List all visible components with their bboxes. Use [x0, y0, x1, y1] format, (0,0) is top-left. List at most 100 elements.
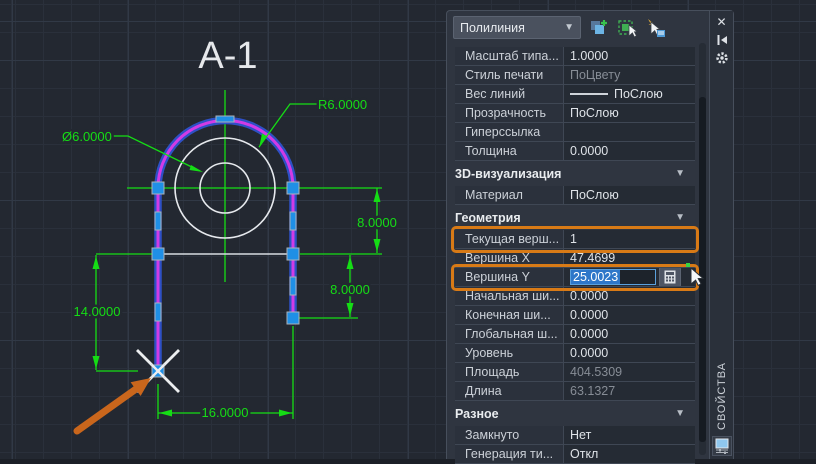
property-value-text: 0.0000: [570, 346, 609, 360]
property-row: Площадь 404.5309: [455, 363, 695, 382]
property-value[interactable]: 0.0000: [564, 325, 695, 343]
select-objects-icon[interactable]: [645, 18, 665, 38]
midpoint-grip[interactable]: [289, 211, 297, 231]
property-row: Толщина 0.0000: [455, 142, 695, 161]
property-value[interactable]: ПоСлою: [564, 186, 695, 204]
dimension-arrows: [92, 133, 381, 417]
property-value-text: 47.4699: [570, 251, 616, 265]
palette-scrollbar[interactable]: [699, 43, 706, 455]
property-value[interactable]: 63.1327: [564, 382, 695, 400]
dimension-lines[interactable]: [95, 103, 382, 419]
vertex-y-input[interactable]: 25.0023: [570, 269, 656, 285]
property-value-text: Нет: [570, 428, 592, 442]
midpoint-grip[interactable]: [215, 115, 235, 123]
property-value[interactable]: Откл: [564, 445, 695, 463]
property-value[interactable]: 0.0000: [564, 142, 695, 160]
midpoint-grip[interactable]: [289, 276, 297, 296]
grip[interactable]: [286, 311, 300, 325]
property-value-text: 0.0000: [570, 327, 609, 341]
property-value[interactable]: 1: [564, 230, 695, 248]
property-label: Площадь: [455, 363, 564, 381]
property-row: Вершина Y 25.0023: [451, 264, 699, 291]
section-header-label: 3D-визуализация: [455, 167, 562, 181]
property-row: Генерация ти... Откл: [455, 445, 695, 464]
grip[interactable]: [151, 181, 165, 195]
property-label: Начальная ши...: [455, 287, 564, 305]
property-value[interactable]: 47.4699: [564, 249, 695, 267]
section-header[interactable]: Геометрия ▼: [451, 209, 695, 227]
section-header-label: Геометрия: [455, 211, 521, 225]
palette-title: СВОЙСТВА: [715, 362, 728, 430]
property-label: Генерация ти...: [455, 445, 564, 463]
property-row: Текущая верш... 1: [451, 226, 699, 253]
property-label: Конечная ши...: [455, 306, 564, 324]
object-type-label: Полилиния: [460, 20, 525, 35]
property-label: Гиперссылка: [455, 123, 564, 141]
chevron-up-icon[interactable]: ▼: [675, 165, 685, 183]
property-value[interactable]: 25.0023: [564, 268, 695, 286]
property-value[interactable]: Нет: [564, 426, 695, 444]
dim-right-upper[interactable]: 8.0000: [355, 213, 400, 233]
quick-select-icon[interactable]: [617, 18, 639, 38]
chevron-up-icon[interactable]: ▼: [675, 405, 685, 423]
dim-left[interactable]: 14.0000: [71, 302, 123, 322]
property-value-text: 63.1327: [570, 384, 616, 398]
property-label: Вершина X: [455, 249, 564, 267]
grip[interactable]: [151, 247, 165, 261]
property-value[interactable]: ПоСлою: [564, 85, 695, 103]
property-label: Масштаб типа...: [455, 47, 564, 65]
property-label: Замкнуто: [455, 426, 564, 444]
property-value-text: 0.0000: [570, 144, 609, 158]
toggle-pickadd-icon[interactable]: [589, 18, 609, 38]
properties-palette: Полилиния ▼ Масштаб типа... 1.0000 Стиль п…: [446, 10, 734, 464]
property-groups: Масштаб типа... 1.0000 Стиль печати ПоЦвету…: [451, 47, 699, 464]
property-value[interactable]: 0.0000: [564, 344, 695, 362]
property-value[interactable]: ПоСлою: [564, 104, 695, 122]
lineweight-sample: [570, 93, 608, 95]
grip[interactable]: [286, 181, 300, 195]
property-row: Уровень 0.0000: [455, 344, 695, 363]
dim-bottom[interactable]: 16.0000: [199, 403, 251, 423]
chevron-up-icon[interactable]: ▼: [675, 209, 685, 227]
palette-content: Полилиния ▼ Масштаб типа... 1.0000 Стиль п…: [447, 11, 709, 464]
autohide-pin-icon[interactable]: [714, 32, 730, 48]
property-value-text: ПоСлою: [570, 106, 619, 120]
property-label: Глобальная ш...: [455, 325, 564, 343]
property-value-text: 1.0000: [570, 49, 609, 63]
midpoint-grip[interactable]: [154, 302, 162, 322]
property-value[interactable]: 1.0000: [564, 47, 695, 65]
property-value[interactable]: 0.0000: [564, 306, 695, 324]
property-label: Длина: [455, 382, 564, 400]
property-value-text: ПоЦвету: [570, 68, 621, 82]
property-value[interactable]: ПоЦвету: [564, 66, 695, 84]
properties-palette-icon[interactable]: [711, 436, 732, 456]
dim-right-lower[interactable]: 8.0000: [328, 280, 373, 300]
property-value[interactable]: 0.0000: [564, 287, 695, 305]
close-icon[interactable]: ✕: [714, 14, 730, 30]
property-value-text: 1: [570, 232, 577, 246]
property-row: Конечная ши... 0.0000: [455, 306, 695, 325]
section-header[interactable]: 3D-визуализация ▼: [451, 165, 695, 183]
property-row: Вершина X 47.4699: [455, 249, 695, 268]
property-value-text: ПоСлою: [570, 188, 619, 202]
property-row: Вес линий ПоСлою: [455, 85, 695, 104]
property-value-text: Откл: [570, 447, 599, 461]
property-value-text: 0.0000: [570, 289, 609, 303]
selected-text: 25.0023: [571, 270, 621, 284]
annotation-arrow: [73, 378, 151, 435]
gear-icon[interactable]: [714, 50, 730, 66]
grip[interactable]: [286, 247, 300, 261]
property-row: Материал ПоСлою: [455, 186, 695, 205]
dim-diameter[interactable]: Ø6.0000: [60, 127, 115, 147]
property-row: Замкнуто Нет: [455, 426, 695, 445]
midpoint-grip[interactable]: [154, 211, 162, 231]
grip-indicator-dot: [686, 263, 690, 267]
section-header[interactable]: Разное ▼: [451, 405, 695, 423]
property-value[interactable]: 404.5309: [564, 363, 695, 381]
property-value[interactable]: [564, 123, 695, 141]
calculator-button[interactable]: [659, 268, 681, 286]
object-type-select[interactable]: Полилиния ▼: [453, 16, 581, 39]
property-row: Длина 63.1327: [455, 382, 695, 401]
property-label: Текущая верш...: [455, 230, 564, 248]
dim-radius[interactable]: R6.0000: [316, 95, 370, 115]
